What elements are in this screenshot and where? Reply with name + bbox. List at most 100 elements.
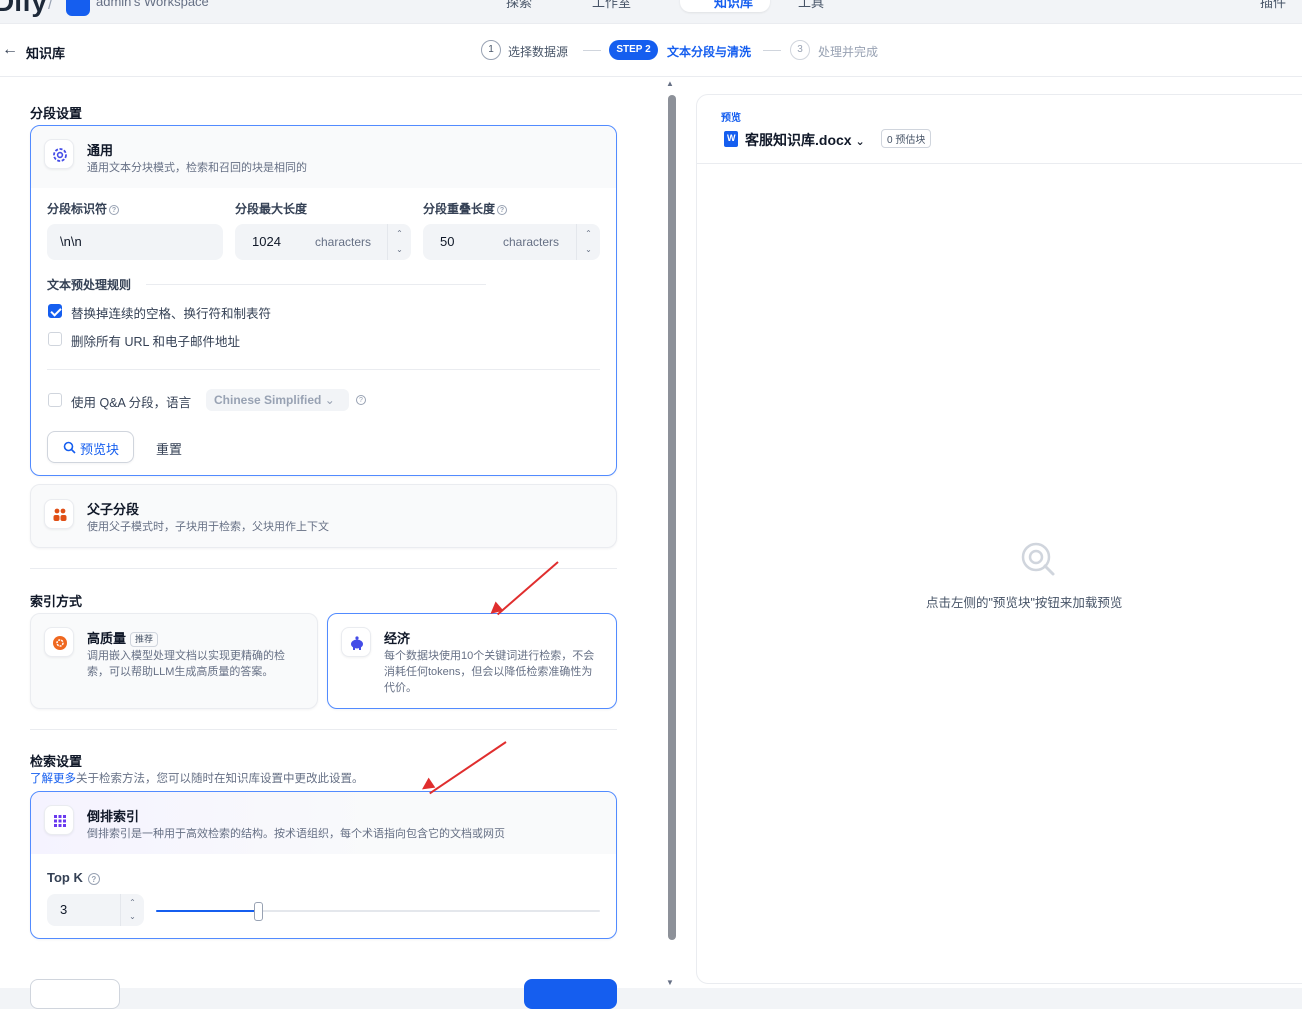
general-desc: 通用文本分块模式，检索和召回的块是相同的	[87, 162, 307, 174]
preview-label: 预览	[721, 113, 741, 124]
topk-stepper[interactable]: ⌃ ⌄	[120, 894, 144, 926]
preview-divider	[697, 163, 1302, 164]
workspace-icon[interactable]	[66, 0, 90, 16]
overlap-label-text: 分段重叠长度	[423, 202, 496, 216]
topk-value: 3	[60, 902, 68, 917]
retrieval-section-title: 检索设置	[30, 754, 83, 769]
save-process-button[interactable]	[524, 979, 617, 1009]
nav-studio[interactable]: 工作室	[592, 0, 631, 11]
app-logo[interactable]: Dify	[0, 0, 47, 18]
max-length-input[interactable]: 1024 characters ⌃ ⌄	[235, 224, 411, 260]
inverted-index-desc: 倒排索引是一种用于高效检索的结构。按术语组织，每个术语指向包含它的文档或网页	[87, 828, 505, 840]
page-title[interactable]: 知识库	[26, 43, 65, 62]
max-length-value: 1024	[252, 234, 281, 249]
remove-urls-checkbox[interactable]	[48, 332, 62, 346]
topk-slider-fill	[156, 910, 258, 912]
step-3-label: 处理并完成	[818, 45, 879, 59]
top-navbar: Dify / admin's Workspace 探索 工作室 知识库 工具 插…	[0, 0, 1302, 24]
retrieval-note-text: 关于检索方法，您可以随时在知识库设置中更改此设置。	[76, 773, 364, 785]
learn-more-link[interactable]: 了解更多	[30, 773, 76, 785]
nav-explore[interactable]: 探索	[506, 0, 532, 11]
overlap-label: 分段重叠长度?	[423, 200, 508, 217]
retrieval-note: 了解更多关于检索方法，您可以随时在知识库设置中更改此设置。	[30, 770, 364, 786]
step-1-number: 1	[481, 40, 501, 60]
scroll-down-icon[interactable]: ▼	[666, 978, 674, 987]
section-divider	[47, 369, 600, 370]
step-2-label: 文本分段与清洗	[667, 45, 752, 59]
max-length-label: 分段最大长度	[235, 202, 308, 216]
previous-step-button[interactable]	[30, 979, 120, 1009]
workspace-name[interactable]: admin's Workspace	[96, 0, 209, 9]
rules-label: 文本预处理规则	[47, 278, 132, 292]
section-divider	[30, 568, 617, 569]
sparkle-icon	[44, 627, 74, 657]
parent-child-icon	[44, 499, 74, 529]
nav-tools[interactable]: 工具	[798, 0, 824, 11]
index-section-title: 索引方式	[30, 594, 83, 609]
topk-label: Top K?	[47, 870, 100, 885]
parent-child-card[interactable]: 父子分段 使用父子模式时，子块用于检索，父块用作上下文	[30, 484, 617, 548]
chevron-down-icon: ⌄	[324, 393, 335, 407]
topk-input[interactable]: 3 ⌃ ⌄	[47, 894, 144, 926]
help-icon[interactable]: ?	[356, 395, 366, 405]
language-select[interactable]: Chinese Simplified ⌄	[206, 389, 349, 411]
identifier-value: \n\n	[60, 234, 82, 249]
high-quality-desc: 调用嵌入模型处理文档以实现更精确的检索，可以帮助LLM生成高质量的答案。	[87, 650, 285, 678]
help-icon[interactable]: ?	[87, 872, 100, 885]
document-filename: 客服知识库.docx	[745, 132, 852, 148]
overlap-input[interactable]: 50 characters ⌃ ⌄	[423, 224, 600, 260]
high-quality-title: 高质量 推荐	[87, 628, 159, 647]
overlap-unit: characters	[503, 235, 560, 249]
nav-knowledge-label: 知识库	[714, 0, 754, 10]
reset-label: 重置	[156, 442, 183, 457]
breadcrumb-separator: /	[48, 0, 53, 13]
document-select[interactable]: 客服知识库.docx ⌄	[745, 130, 865, 150]
help-icon[interactable]: ?	[497, 204, 508, 215]
scrollbar-thumb[interactable]	[668, 95, 676, 940]
overlap-stepper[interactable]: ⌃ ⌄	[576, 224, 600, 260]
identifier-label-text: 分段标识符	[47, 202, 108, 216]
chevron-down-icon: ⌄	[855, 136, 865, 148]
replace-spaces-label[interactable]: 替换掉连续的空格、换行符和制表符	[71, 303, 271, 322]
topk-label-text: Top K	[47, 870, 83, 885]
remove-urls-label[interactable]: 删除所有 URL 和电子邮件地址	[71, 331, 240, 350]
language-select-value: Chinese Simplified	[214, 393, 322, 407]
nav-plugins[interactable]: 插件	[1260, 0, 1286, 11]
page-header: ← 知识库 1 选择数据源 STEP 2 文本分段与清洗 3 处理并完成	[0, 24, 1302, 77]
reset-button[interactable]: 重置	[146, 431, 196, 463]
nav-knowledge[interactable]: 知识库	[680, 0, 770, 12]
step-divider	[763, 50, 781, 51]
general-chunk-card[interactable]: 通用 通用文本分块模式，检索和召回的块是相同的	[30, 125, 617, 476]
high-quality-card[interactable]: 高质量 推荐 调用嵌入模型处理文档以实现更精确的检索，可以帮助LLM生成高质量的答…	[30, 613, 318, 709]
back-arrow-icon[interactable]: ←	[2, 41, 18, 59]
topk-slider-handle[interactable]	[254, 902, 263, 921]
piggy-bank-icon	[341, 627, 371, 657]
step-3-number: 3	[790, 40, 810, 60]
preview-chunks-label: 预览块	[80, 442, 120, 457]
scroll-up-icon[interactable]: ▲	[666, 79, 674, 88]
preview-chunks-button[interactable]: 预览块	[47, 431, 134, 463]
help-icon[interactable]: ?	[109, 204, 120, 215]
overlap-value: 50	[440, 234, 455, 249]
identifier-input[interactable]: \n\n	[47, 224, 223, 260]
qa-label[interactable]: 使用 Q&A 分段，语言	[71, 392, 191, 411]
identifier-label: 分段标识符?	[47, 200, 120, 217]
inverted-index-title: 倒排索引	[87, 809, 140, 824]
max-length-stepper[interactable]: ⌃ ⌄	[387, 224, 411, 260]
economy-title: 经济	[384, 631, 411, 646]
recommended-badge: 推荐	[130, 632, 159, 647]
parent-child-desc: 使用父子模式时，子块用于检索，父块用作上下文	[87, 521, 329, 533]
word-doc-icon: W	[724, 131, 738, 147]
qa-checkbox[interactable]	[48, 393, 62, 407]
general-title: 通用	[87, 143, 114, 158]
economy-card[interactable]: 经济 每个数据块使用10个关键词进行检索，不会消耗任何tokens，但会以降低检…	[327, 613, 617, 709]
replace-spaces-checkbox[interactable]	[48, 304, 62, 318]
high-quality-title-text: 高质量	[87, 631, 127, 646]
preview-empty-text: 点击左侧的"预览块"按钮来加载预览	[926, 596, 1123, 610]
search-preview-icon	[1021, 542, 1055, 576]
parent-child-title: 父子分段	[87, 502, 140, 517]
chunk-count-badge: 0 预估块	[881, 129, 932, 148]
segment-section-title: 分段设置	[30, 106, 83, 121]
step-1-label: 选择数据源	[508, 45, 569, 59]
step-2-badge: STEP 2	[609, 40, 658, 60]
